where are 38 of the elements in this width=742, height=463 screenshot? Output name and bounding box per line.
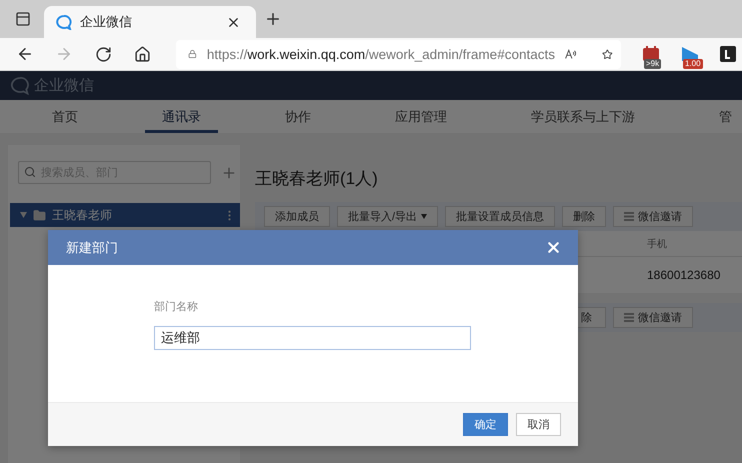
browser-tab[interactable]: 企业微信 bbox=[44, 6, 256, 38]
url-text: https://work.weixin.qq.com/wework_admin/frame#contacts bbox=[206, 46, 555, 62]
nav-tab[interactable]: 首页 bbox=[10, 100, 120, 133]
address-field[interactable]: https://work.weixin.qq.com/wework_admin/frame#contacts bbox=[176, 40, 621, 68]
tree-item[interactable]: 王晓春老师 bbox=[10, 203, 240, 227]
extension-badge: >9k bbox=[644, 59, 662, 69]
chat-bubble-icon bbox=[56, 14, 72, 30]
toolbar-button[interactable]: 删除 bbox=[562, 206, 606, 227]
dropdown-caret-icon bbox=[421, 214, 428, 219]
grid-icon bbox=[624, 212, 634, 221]
toolbar-button[interactable]: 添加成员 bbox=[264, 206, 330, 227]
extension-badge: 1.00 bbox=[683, 59, 703, 69]
folder-icon bbox=[33, 208, 46, 222]
table-cell-text: 18600123680 bbox=[647, 267, 722, 284]
expand-caret-icon[interactable] bbox=[20, 212, 27, 218]
toolbar-button[interactable]: 微信邀请 bbox=[613, 307, 693, 328]
department-title: 王晓春老师(1人) bbox=[255, 168, 379, 190]
extension-icon bbox=[720, 46, 736, 62]
lock-icon bbox=[188, 47, 197, 61]
chat-bubble-icon bbox=[10, 76, 30, 94]
nav-tab[interactable]: 协作 bbox=[243, 100, 353, 133]
grid-icon bbox=[624, 313, 634, 322]
extension-button[interactable]: >9k bbox=[642, 41, 660, 67]
modal-title: 新建部门 bbox=[66, 238, 118, 256]
field-label: 部门名称 bbox=[154, 300, 199, 314]
search-icon bbox=[24, 166, 36, 178]
column-header: 手机 bbox=[647, 238, 668, 252]
nav-tab[interactable]: 学员联系与上下游 bbox=[489, 100, 677, 133]
cancel-button[interactable]: 取消 bbox=[516, 413, 561, 436]
confirm-button[interactable]: 确定 bbox=[463, 413, 508, 436]
nav-tab[interactable]: 应用管理 bbox=[353, 100, 489, 133]
nav-tab[interactable]: 通讯录 bbox=[120, 100, 243, 133]
toolbar-button[interactable]: 批量导入/导出 bbox=[337, 206, 438, 227]
toolbar-button[interactable]: 微信邀请 bbox=[613, 206, 694, 227]
close-icon[interactable] bbox=[545, 239, 562, 256]
tab-title: 企业微信 bbox=[80, 13, 133, 31]
toolbar-button[interactable]: 批量设置成员信息 bbox=[445, 206, 556, 227]
department-name-field[interactable]: 运维部 bbox=[154, 326, 471, 350]
